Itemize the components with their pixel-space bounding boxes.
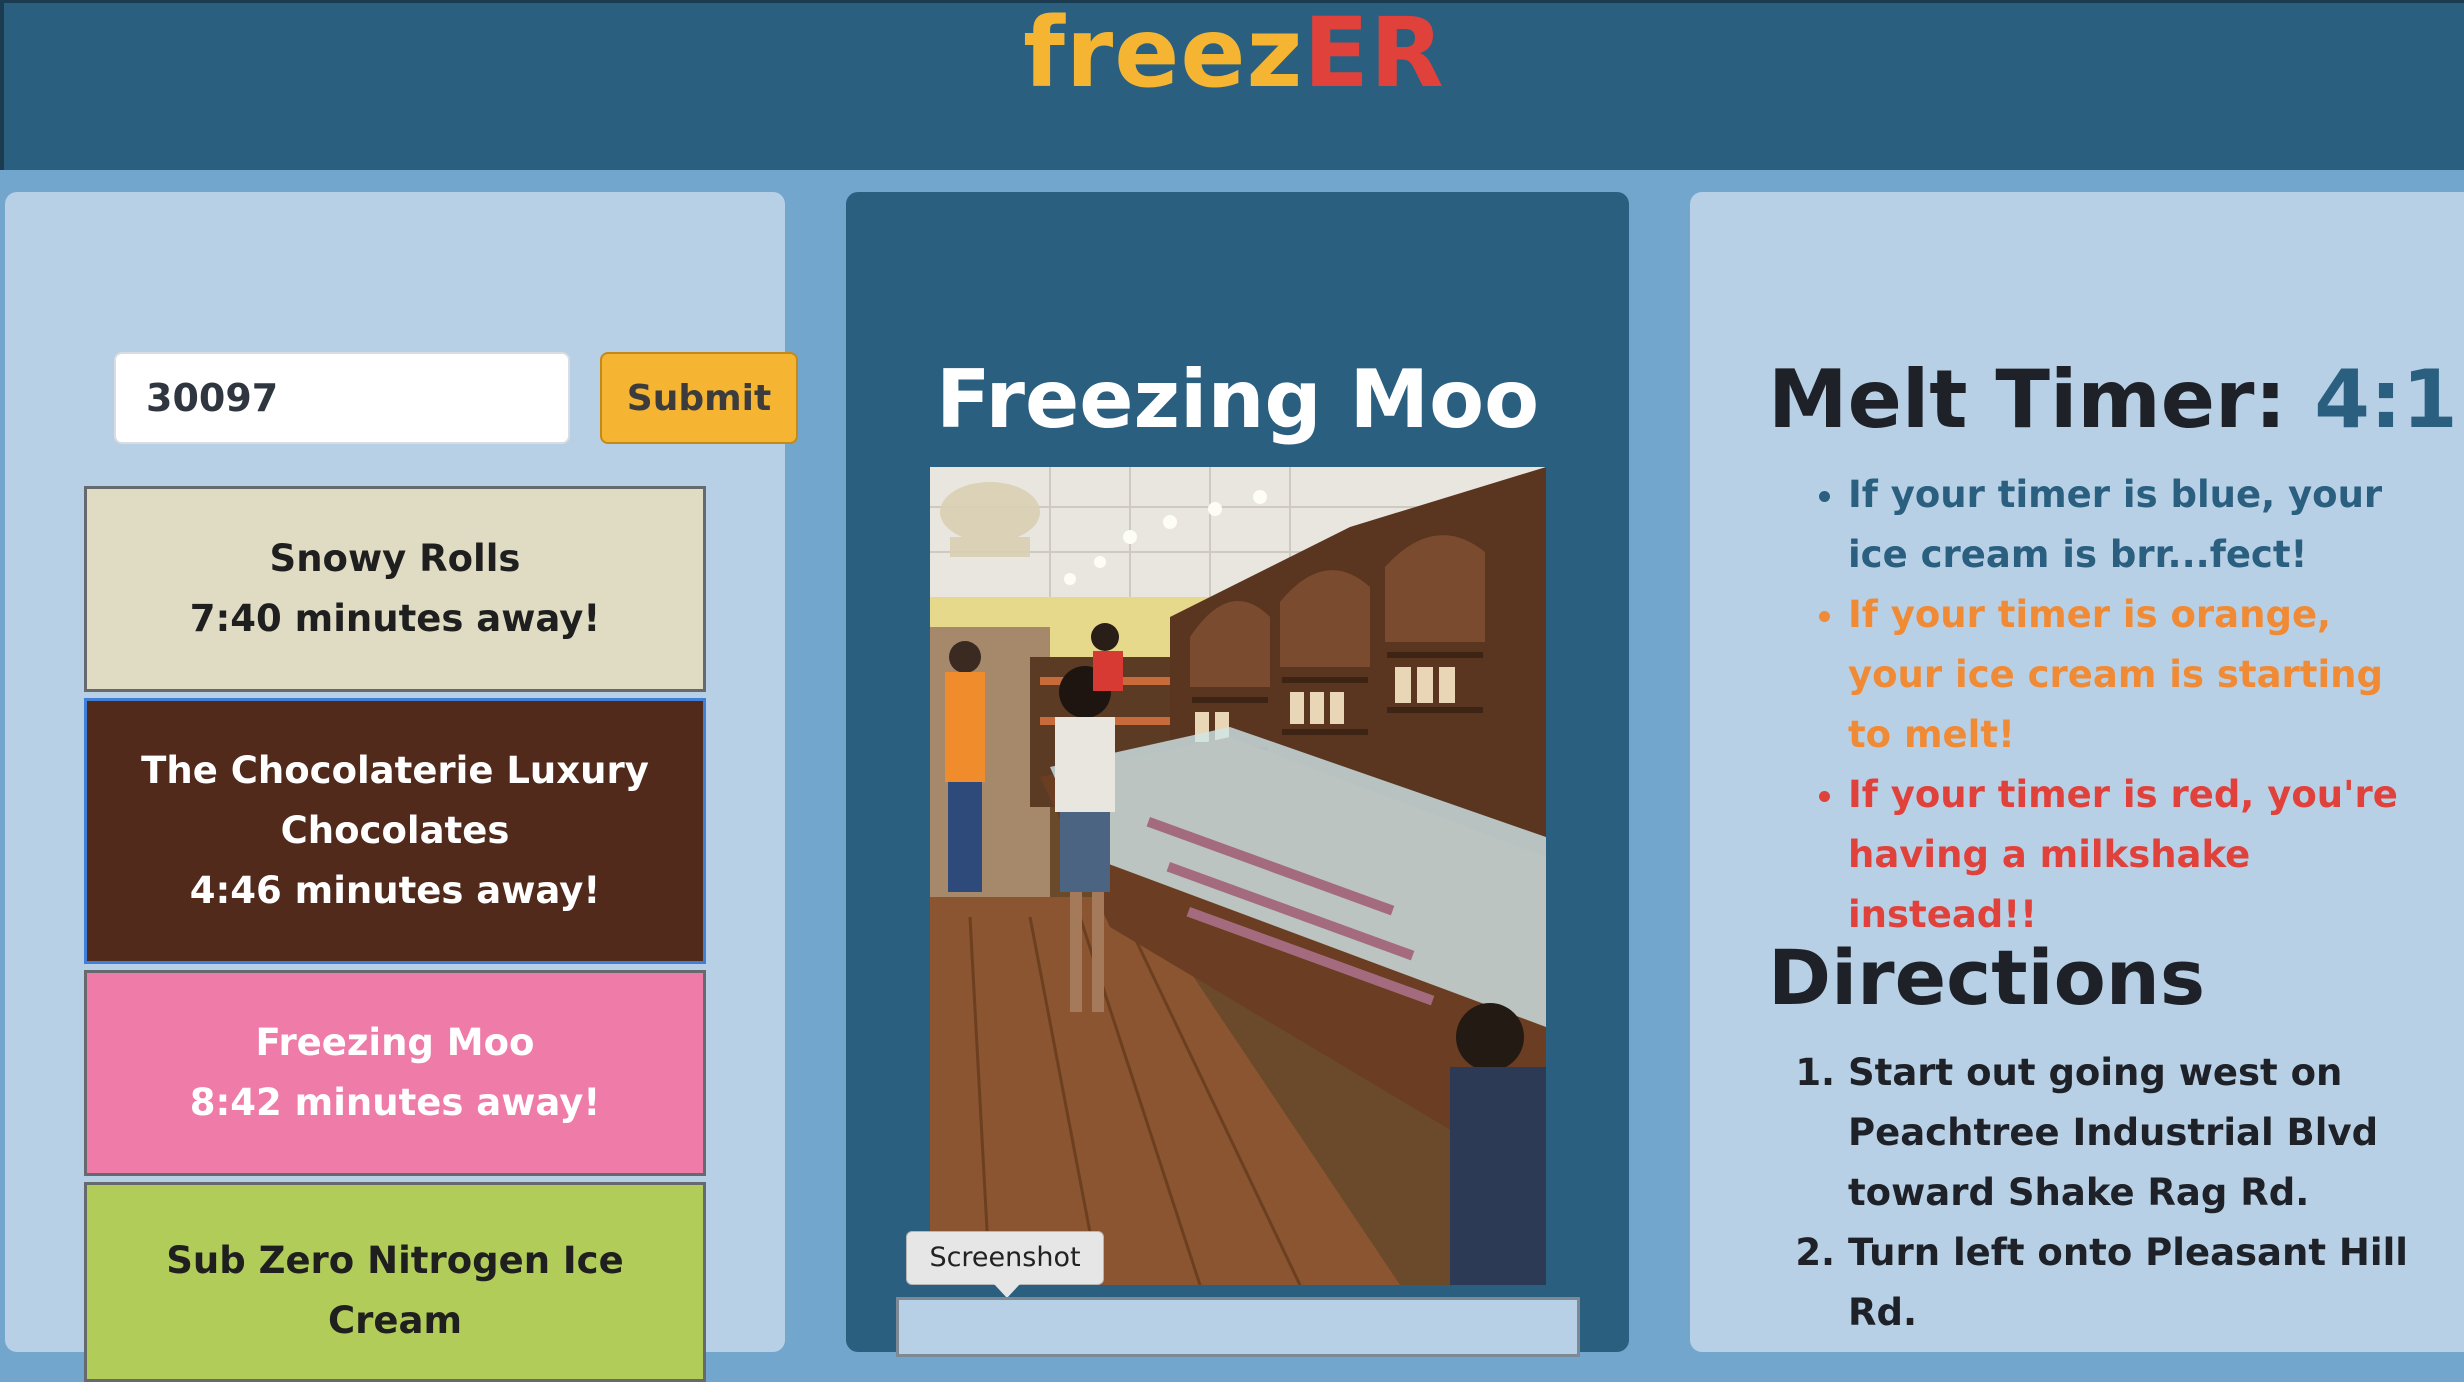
submit-button[interactable]: Submit: [600, 352, 798, 444]
melt-timer-label: Melt Timer:: [1768, 353, 2315, 446]
zip-code-input[interactable]: [114, 352, 570, 444]
shop-card-snowy-rolls[interactable]: Snowy Rolls 7:40 minutes away!: [84, 486, 706, 692]
melt-timer-heading: Melt Timer: 4:11: [1768, 350, 2464, 450]
directions-heading: Directions: [1768, 933, 2206, 1022]
shop-name: Snowy Rolls: [269, 537, 521, 580]
screenshot-tooltip: Screenshot: [906, 1231, 1104, 1285]
directions-map[interactable]: [896, 1297, 1580, 1357]
legend-item-red: If your timer is red, you're having a mi…: [1848, 765, 2420, 945]
shop-title: Freezing Moo: [935, 353, 1540, 446]
shop-name: The Chocolaterie Luxury Chocolates: [141, 749, 649, 852]
shop-name: Freezing Moo: [255, 1021, 535, 1064]
shop-distance: 7:40 minutes away!: [189, 597, 601, 640]
shop-name: Sub Zero Nitrogen Ice Cream: [166, 1239, 624, 1342]
shop-card-freezing-moo[interactable]: Freezing Moo 8:42 minutes away!: [84, 970, 706, 1176]
shop-distance: 8:42 minutes away!: [189, 1081, 601, 1124]
legend-item-orange: If your timer is orange, your ice cream …: [1848, 585, 2420, 765]
melt-timer-value: 4:11: [2314, 353, 2464, 446]
timer-legend: If your timer is blue, your ice cream is…: [1760, 465, 2420, 945]
shop-photo: [930, 467, 1546, 1285]
shop-card-sub-zero[interactable]: Sub Zero Nitrogen Ice Cream: [84, 1182, 706, 1382]
direction-step: Turn left onto Pleasant Hill Rd.: [1848, 1223, 2420, 1343]
app-header: freezER: [0, 0, 2464, 170]
logo-text-er: ER: [1303, 0, 1445, 109]
direction-step: Start out going west on Peachtree Indust…: [1848, 1043, 2420, 1223]
legend-item-blue: If your timer is blue, your ice cream is…: [1848, 465, 2420, 585]
shop-card-chocolaterie[interactable]: The Chocolaterie Luxury Chocolates 4:46 …: [84, 698, 706, 964]
shop-distance: 4:46 minutes away!: [189, 869, 601, 912]
tooltip-arrow: [994, 1284, 1020, 1298]
logo-text-freez: freez: [1023, 0, 1304, 109]
directions-list: Start out going west on Peachtree Indust…: [1760, 1043, 2420, 1343]
app-logo[interactable]: freezER: [4, 3, 2464, 103]
